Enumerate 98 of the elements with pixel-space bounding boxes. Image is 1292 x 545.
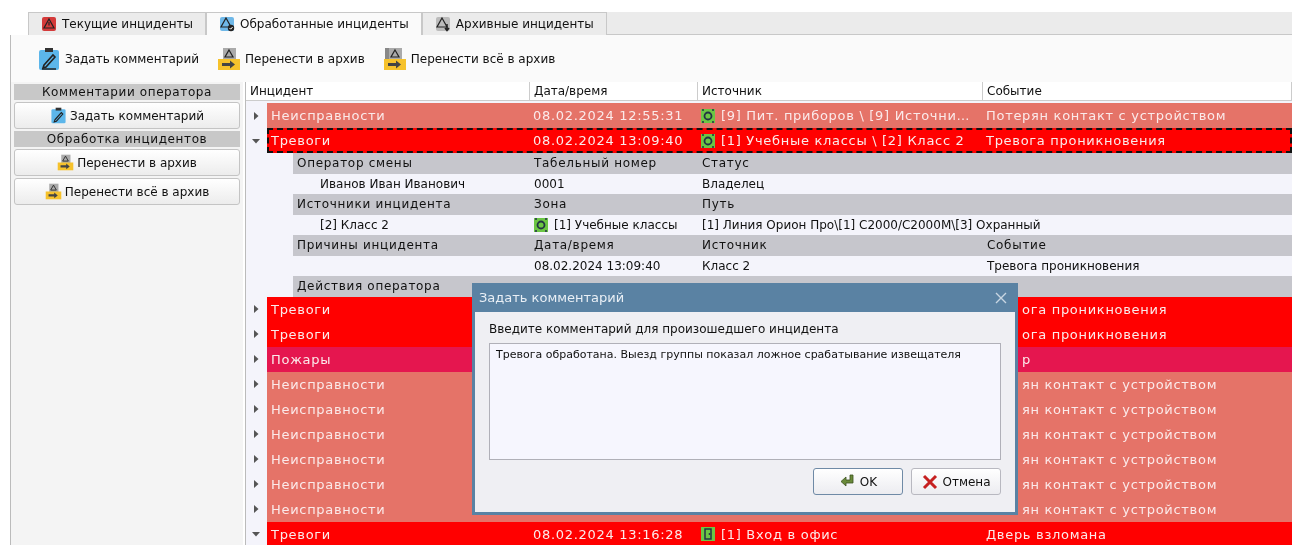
sidebar-button[interactable]: Перенести в архив bbox=[14, 149, 240, 176]
folder-arrow-icon bbox=[57, 154, 75, 171]
detail-header: Путь bbox=[702, 197, 735, 212]
incident-cell: Неисправности bbox=[271, 376, 386, 392]
expand-arrow-icon[interactable] bbox=[251, 379, 261, 389]
expand-arrow-icon[interactable] bbox=[251, 329, 261, 339]
sidebar-button[interactable]: Перенести всё в архив bbox=[14, 178, 240, 205]
event-cell: ян контакт с устройством bbox=[1022, 376, 1218, 392]
warning-check-icon bbox=[218, 16, 235, 32]
comment-field[interactable]: Тревога обработана. Выезд группы показал ложное срабатывание извещателя bbox=[489, 343, 1001, 460]
zone-icon bbox=[701, 133, 715, 148]
detail-header: Зона bbox=[534, 197, 568, 212]
source-cell: [9] Пит. приборов \ [9] Источни… bbox=[721, 108, 971, 123]
incident-row[interactable]: Тревоги 08.02.2024 13:09:40 [1] Учебные классы \ [2] Класс 2 Тревога проникновения bbox=[267, 128, 1292, 153]
incident-cell: Неисправности bbox=[271, 426, 386, 442]
column-header[interactable]: Событие bbox=[983, 82, 1292, 100]
detail-cell: Тревога проникновения bbox=[987, 258, 1140, 273]
event-cell: ян контакт с устройством bbox=[1022, 401, 1218, 417]
detail-cell: Владелец bbox=[702, 176, 765, 191]
incident-cell: Неисправности bbox=[271, 108, 386, 123]
column-header[interactable]: Источник bbox=[698, 82, 983, 100]
incident-cell: Неисправности bbox=[271, 501, 386, 517]
tab[interactable]: Обработанные инциденты bbox=[205, 12, 422, 35]
event-cell: Тревога проникновения bbox=[986, 133, 1166, 148]
zone-icon bbox=[534, 217, 548, 232]
zone-icon bbox=[701, 108, 715, 123]
expand-arrow-icon[interactable] bbox=[251, 110, 261, 121]
folder-arrow-icon bbox=[382, 46, 407, 71]
tab[interactable]: Текущие инциденты bbox=[28, 12, 206, 35]
dialog-button[interactable]: OK bbox=[813, 468, 903, 495]
detail-header: Действия оператора bbox=[297, 279, 441, 294]
incident-cell: Неисправности bbox=[271, 451, 386, 467]
incident-cell: Тревоги bbox=[271, 133, 331, 148]
section-header: Комментарии оператора bbox=[14, 84, 240, 100]
event-cell: ян контакт с устройством bbox=[1022, 426, 1218, 442]
incident-cell: Пожары bbox=[271, 351, 332, 367]
source-cell: [1] Учебные классы \ [2] Класс 2 bbox=[721, 133, 965, 148]
section-header: Обработка инцидентов bbox=[14, 131, 240, 147]
expand-arrow-icon[interactable] bbox=[251, 404, 261, 414]
incident-cell: Неисправности bbox=[271, 401, 386, 417]
toolbar-button[interactable]: Перенести всё в архив bbox=[378, 46, 560, 71]
detail-header: Событие bbox=[987, 238, 1047, 253]
expand-arrow-icon[interactable] bbox=[251, 479, 261, 489]
detail-cell: [2] Класс 2 bbox=[320, 217, 389, 232]
prompt-text: Введите комментарий для произошедшего инцидента bbox=[489, 322, 840, 336]
event-cell: Дверь взломана bbox=[986, 526, 1107, 542]
source-cell: [1] Вход в офис bbox=[721, 526, 839, 542]
sidebar-button[interactable]: Задать комментарий bbox=[14, 102, 240, 129]
detail-header: Табельный номер bbox=[534, 156, 657, 171]
detail-cell: [1] Учебные классы bbox=[554, 217, 678, 232]
date-cell: 08.02.2024 13:16:28 bbox=[533, 526, 684, 542]
detail-header: Оператор смены bbox=[297, 156, 413, 171]
detail-cell: 08.02.2024 13:09:40 bbox=[534, 258, 661, 273]
folder-arrow-icon bbox=[217, 46, 242, 71]
warning-down-icon bbox=[434, 16, 451, 32]
close-icon[interactable] bbox=[995, 291, 1007, 304]
column-header[interactable]: Инцидент bbox=[246, 82, 530, 100]
clipboard-pencil-icon bbox=[49, 107, 67, 124]
toolbar-button[interactable]: Перенести в архив bbox=[213, 46, 369, 71]
event-cell: ога проникновения bbox=[1022, 326, 1168, 342]
column-header[interactable]: Дата/время bbox=[530, 82, 698, 100]
expand-arrow-icon[interactable] bbox=[251, 504, 261, 514]
cross-icon bbox=[921, 472, 940, 491]
expand-arrow-icon[interactable] bbox=[251, 454, 261, 464]
incident-cell: Тревоги bbox=[271, 526, 331, 542]
dialog-title: Задать комментарий bbox=[479, 290, 625, 305]
detail-cell: 0001 bbox=[534, 176, 565, 191]
incident-cell: Тревоги bbox=[271, 301, 331, 317]
folder-arrow-icon bbox=[44, 183, 62, 200]
event-cell: ян контакт с устройством bbox=[1022, 476, 1218, 492]
date-cell: 08.02.2024 12:55:31 bbox=[533, 108, 684, 123]
clipboard-pencil-icon bbox=[37, 46, 61, 71]
dialog-button[interactable]: Отмена bbox=[911, 468, 1001, 495]
incident-cell: Тревоги bbox=[271, 326, 331, 342]
detail-cell: Иванов Иван Иванович bbox=[320, 176, 466, 191]
expand-arrow-icon[interactable] bbox=[251, 529, 261, 539]
detail-header: Источник bbox=[702, 238, 768, 253]
date-cell: 08.02.2024 13:09:40 bbox=[533, 133, 684, 148]
expand-arrow-icon[interactable] bbox=[251, 429, 261, 439]
incident-row[interactable]: Тревоги 08.02.2024 13:16:28 [1] Вход в офис Дверь взломана bbox=[267, 521, 1292, 545]
event-cell: ян контакт с устройством bbox=[1022, 501, 1218, 517]
event-cell: ога проникновения bbox=[1022, 301, 1168, 317]
incident-cell: Неисправности bbox=[271, 476, 386, 492]
expand-arrow-icon[interactable] bbox=[251, 354, 261, 364]
detail-header: Причины инцидента bbox=[297, 238, 439, 253]
detail-cell: Класс 2 bbox=[702, 258, 751, 273]
event-cell: р bbox=[1022, 351, 1031, 367]
detail-header: Источники инцидента bbox=[297, 197, 452, 212]
event-cell: ян контакт с устройством bbox=[1022, 451, 1218, 467]
toolbar-button[interactable]: Задать комментарий bbox=[33, 46, 204, 71]
warning-icon bbox=[41, 16, 57, 32]
expand-arrow-icon[interactable] bbox=[251, 304, 261, 314]
event-cell: Потерян контакт с устройством bbox=[986, 108, 1227, 123]
tab[interactable]: Архивные инциденты bbox=[421, 12, 607, 35]
detail-header: Статус bbox=[702, 156, 750, 171]
detail-header: Дата/время bbox=[534, 238, 615, 253]
door-icon bbox=[701, 527, 715, 541]
detail-cell: [1] Линия Орион Про\[1] С2000/С2000М\[3] Охранный bbox=[702, 217, 1041, 232]
